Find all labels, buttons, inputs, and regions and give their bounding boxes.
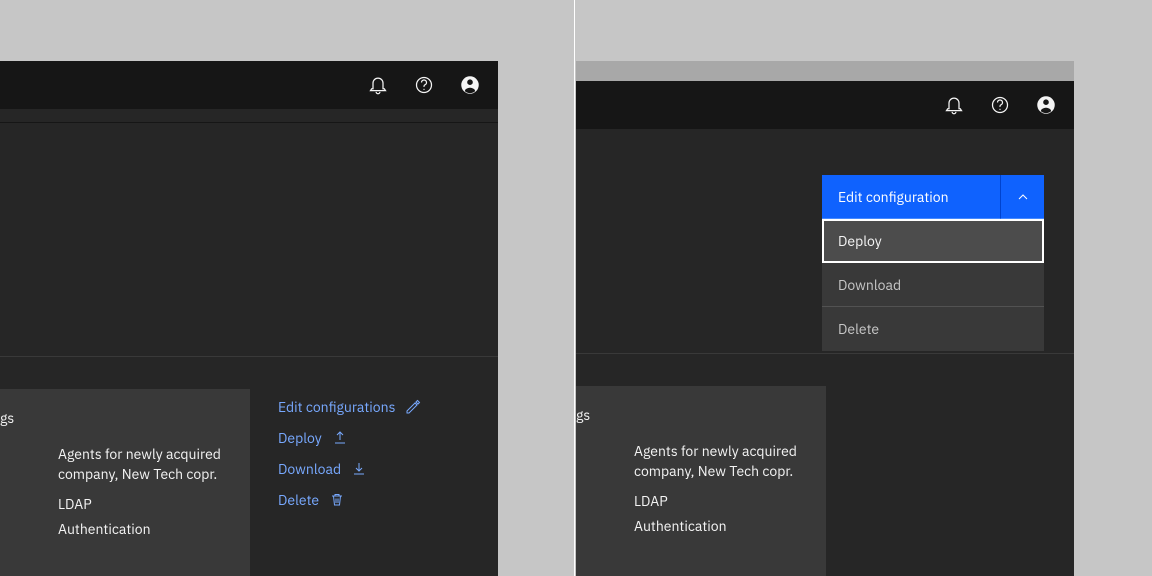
topbar	[0, 61, 498, 109]
primary-action-dropdown: Edit configuration Deploy Download Delet…	[822, 175, 1044, 351]
help-button[interactable]	[404, 65, 444, 105]
panel-meta-line-2: Authentication	[576, 514, 802, 539]
horizontal-divider	[576, 353, 1074, 354]
panel-description: Agents for newly acquired company, New T…	[0, 445, 226, 484]
panel-heading: gs	[0, 409, 226, 427]
dropdown-item-delete[interactable]: Delete	[822, 307, 1044, 351]
panel-meta-line-1: LDAP	[0, 492, 226, 517]
inline-action-list: Edit configurations Deploy Download	[278, 398, 421, 509]
panel-meta-line-1: LDAP	[576, 489, 802, 514]
action-label: Deploy	[278, 429, 322, 447]
dropdown-primary-label: Edit configuration	[838, 188, 949, 206]
edit-icon	[405, 399, 421, 415]
download-link[interactable]: Download	[278, 460, 421, 478]
example-frame-right: gs Agents for newly acquired company, Ne…	[576, 61, 1074, 576]
user-avatar-icon	[460, 75, 480, 95]
details-panel: gs Agents for newly acquired company, Ne…	[576, 386, 826, 576]
action-label: Download	[278, 460, 341, 478]
notifications-button[interactable]	[934, 85, 974, 125]
account-button[interactable]	[450, 65, 490, 105]
help-icon	[990, 95, 1010, 115]
panel-description: Agents for newly acquired company, New T…	[576, 442, 802, 481]
action-label: Delete	[278, 491, 319, 509]
notifications-button[interactable]	[358, 65, 398, 105]
bell-icon	[944, 95, 964, 115]
panel-heading: gs	[576, 406, 802, 424]
content-area: gs Agents for newly acquired company, Ne…	[0, 124, 498, 576]
dropdown-item-deploy[interactable]: Deploy	[822, 219, 1044, 263]
download-icon	[351, 461, 367, 477]
example-frame-left: gs Agents for newly acquired company, Ne…	[0, 61, 498, 576]
chevron-up-icon	[1015, 189, 1031, 205]
dropdown-item-label: Download	[838, 276, 901, 294]
dropdown-item-label: Deploy	[838, 232, 882, 250]
dropdown-toggle-button[interactable]	[1000, 175, 1044, 219]
bell-icon	[368, 75, 388, 95]
edit-configurations-link[interactable]: Edit configurations	[278, 398, 421, 416]
deploy-link[interactable]: Deploy	[278, 429, 421, 447]
help-icon	[414, 75, 434, 95]
topbar	[576, 81, 1074, 129]
dropdown-menu: Deploy Download Delete	[822, 219, 1044, 351]
delete-link[interactable]: Delete	[278, 491, 421, 509]
dropdown-button-row: Edit configuration	[822, 175, 1044, 219]
trash-icon	[329, 492, 345, 508]
dropdown-item-download[interactable]: Download	[822, 263, 1044, 307]
dropdown-item-label: Delete	[838, 320, 879, 338]
account-button[interactable]	[1026, 85, 1066, 125]
edit-configuration-button[interactable]: Edit configuration	[822, 175, 1000, 219]
horizontal-divider	[0, 356, 498, 357]
window-chrome-strip	[576, 61, 1074, 81]
user-avatar-icon	[1036, 95, 1056, 115]
deploy-icon	[332, 430, 348, 446]
details-panel: gs Agents for newly acquired company, Ne…	[0, 389, 250, 576]
help-button[interactable]	[980, 85, 1020, 125]
subheader-strip	[0, 109, 498, 123]
panel-meta-line-2: Authentication	[0, 517, 226, 542]
action-label: Edit configurations	[278, 398, 395, 416]
example-separator	[574, 0, 575, 576]
